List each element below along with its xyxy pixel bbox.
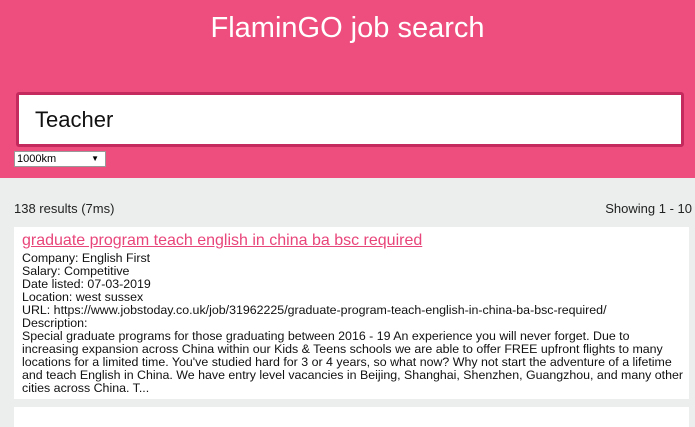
result-card: graduate program teach english in china … [14,227,689,399]
header-banner: FlaminGO job search 1000km ▼ [0,0,695,178]
job-title-link[interactable]: graduate program teach english in china … [22,232,422,250]
results-range: Showing 1 - 10 [605,201,692,216]
chevron-down-icon: ▼ [91,154,99,163]
job-url: URL: https://www.jobstoday.co.uk/job/319… [22,303,607,317]
job-details: Company: English First Salary: Competiti… [22,252,688,395]
distance-select[interactable]: 1000km ▼ [14,151,106,167]
result-card [14,407,689,427]
distance-select-value: 1000km [17,153,57,165]
search-input[interactable] [16,92,684,147]
job-description: Special graduate programs for those grad… [22,329,684,395]
results-count: 138 results (7ms) [14,201,115,216]
app-title: FlaminGO job search [210,12,485,44]
